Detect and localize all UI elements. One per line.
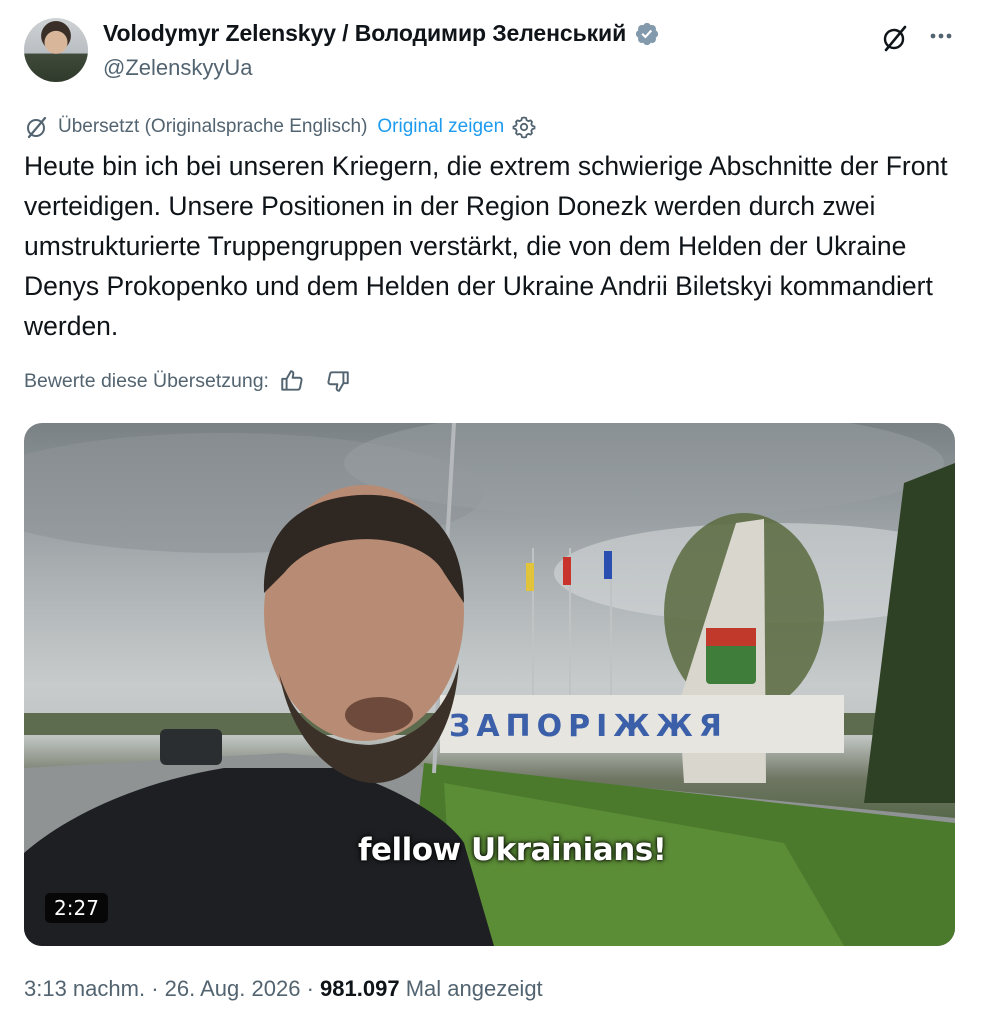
translate-icon: [27, 116, 47, 139]
gear-icon[interactable]: [512, 115, 536, 139]
rate-translation-row: Bewerte diese Übersetzung:: [24, 368, 351, 394]
video-caption: fellow Ukrainians!: [358, 832, 667, 868]
grok-icon[interactable]: [878, 20, 914, 56]
verified-badge-icon: [636, 22, 659, 45]
show-original-link[interactable]: Original zeigen: [377, 116, 504, 138]
views-label: Mal angezeigt: [405, 976, 543, 1001]
translation-notice: Übersetzt (Originalsprache Englisch) Ori…: [24, 114, 536, 140]
more-icon[interactable]: [924, 20, 960, 56]
avatar[interactable]: [24, 18, 88, 82]
rate-translation-label: Bewerte diese Übersetzung:: [24, 369, 269, 392]
meta-separator-2: ·: [306, 976, 314, 1001]
thumbs-down-icon[interactable]: [325, 368, 351, 394]
tweet-date[interactable]: 26. Aug. 2026: [165, 976, 301, 1001]
video-duration: 2:27: [45, 893, 108, 923]
sign-text: ЗАПОРІЖЖЯ: [449, 709, 728, 744]
tweet-text: Heute bin ich bei unseren Kriegern, die …: [24, 151, 955, 341]
translation-note: Übersetzt (Originalsprache Englisch): [58, 116, 368, 137]
video-player[interactable]: ЗАПОРІЖЖЯ fellow Ukrainians! 2:27: [24, 423, 955, 946]
thumbs-up-icon[interactable]: [279, 368, 305, 394]
author-handle[interactable]: @ZelenskyyUa: [103, 55, 253, 81]
tweet-meta: 3:13 nachm. · 26. Aug. 2026 · 981.097 Ma…: [24, 976, 543, 1002]
meta-separator: ·: [151, 976, 159, 1001]
author-name-row: Volodymyr Zelenskyy / Володимир Зеленськ…: [103, 20, 660, 47]
views-count: 981.097: [320, 976, 400, 1001]
tweet-time[interactable]: 3:13 nachm.: [24, 976, 145, 1001]
author-name[interactable]: Volodymyr Zelenskyy / Володимир Зеленськ…: [103, 20, 626, 47]
